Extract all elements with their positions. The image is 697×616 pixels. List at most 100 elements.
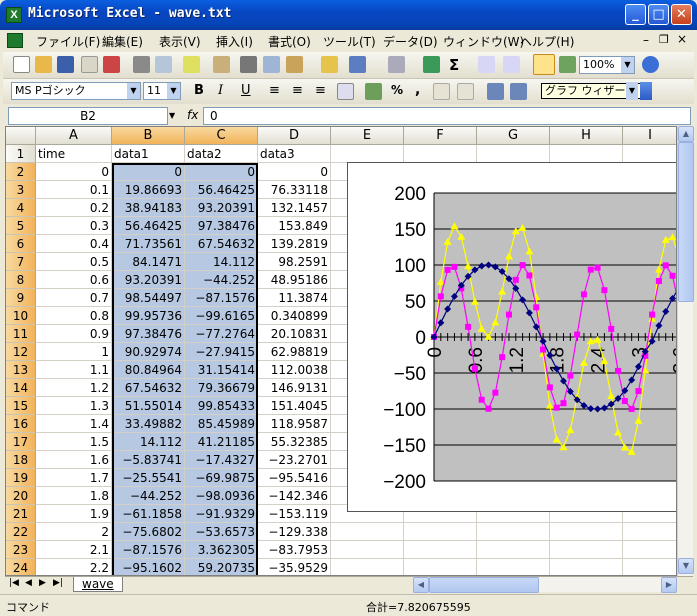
autosum-icon[interactable]: Σ xyxy=(449,56,459,74)
row-header[interactable]: 8 xyxy=(6,271,36,289)
scroll-up-icon[interactable]: ▲ xyxy=(678,126,694,142)
table-cell[interactable]: −91.9329 xyxy=(185,505,258,523)
table-cell[interactable]: −75.6802 xyxy=(112,523,185,541)
row-header[interactable]: 15 xyxy=(6,397,36,415)
table-cell[interactable]: 112.0038 xyxy=(258,361,331,379)
table-cell[interactable]: 146.9131 xyxy=(258,379,331,397)
table-cell[interactable]: 93.20391 xyxy=(185,199,258,217)
table-cell[interactable]: 0.4 xyxy=(36,235,112,253)
table-cell[interactable]: 1 xyxy=(36,343,112,361)
fx-icon[interactable]: fx xyxy=(187,108,198,122)
row-header[interactable]: 14 xyxy=(6,379,36,397)
row-header[interactable]: 4 xyxy=(6,199,36,217)
help-icon[interactable] xyxy=(642,56,659,73)
row-header[interactable]: 21 xyxy=(6,505,36,523)
row-header[interactable]: 6 xyxy=(6,235,36,253)
table-cell[interactable] xyxy=(404,559,477,575)
column-header-d[interactable]: D xyxy=(258,127,331,145)
table-cell[interactable]: 99.95736 xyxy=(112,307,185,325)
table-cell[interactable]: 76.33118 xyxy=(258,181,331,199)
table-cell[interactable]: 67.54632 xyxy=(185,235,258,253)
next-sheet-icon[interactable]: ▶ xyxy=(39,578,46,588)
table-cell[interactable]: 1.8 xyxy=(36,487,112,505)
header-cell[interactable] xyxy=(404,145,477,163)
font-select[interactable]: MS Pゴシック ▼ xyxy=(11,82,141,100)
table-cell[interactable]: −44.252 xyxy=(185,271,258,289)
table-cell[interactable] xyxy=(331,541,404,559)
drawing-icon[interactable] xyxy=(559,56,576,73)
table-cell[interactable] xyxy=(623,541,676,559)
spelling-icon[interactable] xyxy=(183,56,200,73)
open-icon[interactable] xyxy=(35,56,52,73)
line-chart[interactable]: 200150100500−50−100−150−2000 0.6 1.2 1.8 2.4… xyxy=(348,163,677,513)
row-header[interactable]: 1 xyxy=(6,145,36,163)
table-cell[interactable]: −17.4327 xyxy=(185,451,258,469)
align-right-icon[interactable]: ≡ xyxy=(315,83,326,98)
font-size-select[interactable]: 11 ▼ xyxy=(143,82,181,100)
table-cell[interactable]: 1.7 xyxy=(36,469,112,487)
table-cell[interactable]: 80.84964 xyxy=(112,361,185,379)
table-cell[interactable]: 98.2591 xyxy=(258,253,331,271)
table-cell[interactable]: −44.252 xyxy=(112,487,185,505)
embedded-chart[interactable]: 200 150 100 50 0 −50 −100 −150 −200 0 0.6 1.2 1.8 2.4… xyxy=(347,162,677,513)
table-cell[interactable]: −153.119 xyxy=(258,505,331,523)
menu-file[interactable]: ファイル(F) xyxy=(36,33,100,50)
align-center-icon[interactable]: ≡ xyxy=(292,83,303,98)
maximize-button[interactable]: □ xyxy=(648,4,669,25)
table-cell[interactable]: −95.5416 xyxy=(258,469,331,487)
menu-data[interactable]: データ(D) xyxy=(383,33,438,50)
horizontal-scroll-thumb[interactable] xyxy=(429,577,539,593)
italic-button[interactable]: I xyxy=(218,83,223,98)
doc-minimize-icon[interactable]: – xyxy=(643,33,649,47)
row-header[interactable]: 12 xyxy=(6,343,36,361)
table-cell[interactable]: 1.1 xyxy=(36,361,112,379)
table-cell[interactable]: 48.95186 xyxy=(258,271,331,289)
table-cell[interactable]: 1.3 xyxy=(36,397,112,415)
sheet-tab-wave[interactable]: wave xyxy=(73,577,123,592)
table-cell[interactable]: 0 xyxy=(112,163,185,181)
table-cell[interactable]: −69.9875 xyxy=(185,469,258,487)
table-cell[interactable]: 153.849 xyxy=(258,217,331,235)
chevron-down-icon[interactable]: ▼ xyxy=(169,111,175,120)
undo-icon[interactable] xyxy=(349,56,366,73)
print-preview-icon[interactable] xyxy=(155,56,172,73)
chart-wizard-icon[interactable] xyxy=(533,54,555,75)
row-header[interactable]: 18 xyxy=(6,451,36,469)
row-header[interactable]: 10 xyxy=(6,307,36,325)
decrease-indent-icon[interactable] xyxy=(487,83,504,100)
table-cell[interactable]: −61.1858 xyxy=(112,505,185,523)
vertical-scroll-thumb[interactable] xyxy=(678,142,694,302)
table-cell[interactable]: 33.49882 xyxy=(112,415,185,433)
table-cell[interactable]: 0 xyxy=(36,163,112,181)
decrease-decimal-icon[interactable] xyxy=(457,83,474,100)
bold-button[interactable]: B xyxy=(194,83,204,98)
percent-button[interactable]: % xyxy=(391,83,403,97)
row-header[interactable]: 9 xyxy=(6,289,36,307)
new-icon[interactable] xyxy=(13,56,30,73)
header-cell[interactable] xyxy=(550,145,623,163)
table-cell[interactable] xyxy=(404,523,477,541)
table-cell[interactable]: 1.2 xyxy=(36,379,112,397)
table-cell[interactable]: 118.9587 xyxy=(258,415,331,433)
table-cell[interactable]: 19.86693 xyxy=(112,181,185,199)
column-header-e[interactable]: E xyxy=(331,127,404,145)
formula-input[interactable]: 0 xyxy=(203,107,691,125)
email-icon[interactable] xyxy=(103,56,120,73)
currency-icon[interactable] xyxy=(365,83,382,100)
table-cell[interactable]: 1.4 xyxy=(36,415,112,433)
menu-tools[interactable]: ツール(T) xyxy=(323,33,376,50)
table-cell[interactable] xyxy=(404,541,477,559)
column-header-f[interactable]: F xyxy=(404,127,477,145)
table-cell[interactable]: 98.54497 xyxy=(112,289,185,307)
doc-restore-icon[interactable]: ❐ xyxy=(659,33,669,46)
row-header[interactable]: 3 xyxy=(6,181,36,199)
table-cell[interactable]: 139.2819 xyxy=(258,235,331,253)
table-cell[interactable]: 0.3 xyxy=(36,217,112,235)
table-cell[interactable]: 1.9 xyxy=(36,505,112,523)
table-cell[interactable]: 2 xyxy=(36,523,112,541)
redo-icon[interactable] xyxy=(388,56,405,73)
increase-decimal-icon[interactable] xyxy=(433,83,450,100)
table-cell[interactable]: −99.6165 xyxy=(185,307,258,325)
table-cell[interactable] xyxy=(331,559,404,575)
table-cell[interactable]: 2.1 xyxy=(36,541,112,559)
